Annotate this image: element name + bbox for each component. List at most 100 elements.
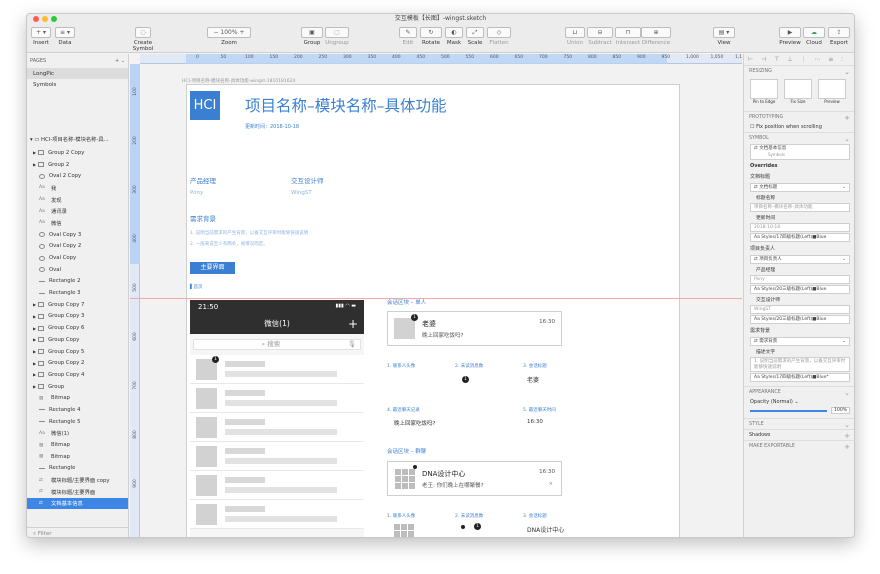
intersect-button[interactable]: ⊓ Intersect (615, 27, 641, 46)
zoom-control[interactable]: − 100% + Zoom (207, 27, 251, 46)
export-button[interactable]: ⇪ Export (828, 27, 850, 46)
layer-row[interactable]: Rectangle 3 (27, 287, 128, 299)
close-window-icon[interactable] (33, 16, 39, 22)
horizontal-ruler[interactable]: 0 50 100 150 200 250 300 350 400 450 500 550 600 650 7… (140, 54, 742, 64)
opacity-control[interactable]: Opacity (Normal) ⌄ (744, 397, 854, 407)
insert-button[interactable]: + ▾ Insert (31, 27, 51, 46)
designer-field[interactable]: WingST (750, 305, 850, 314)
difference-button[interactable]: ⊕ Difference (641, 27, 671, 46)
disclosure-icon[interactable]: ▶ (33, 361, 36, 366)
text-style-select[interactable]: Aa Styles/20三级标题(Left)■Blue (750, 315, 850, 324)
layer-row[interactable]: Aa 通讯录 (27, 205, 128, 217)
layer-row[interactable]: Rectangle (27, 463, 128, 475)
cloud-button[interactable]: ☁ Cloud (803, 27, 825, 46)
disclosure-icon[interactable]: ▶ (33, 162, 36, 167)
title-name-field[interactable]: 项目名称–模块名称–具体功能 (750, 203, 850, 212)
fix-size-option[interactable]: Fix Size (784, 79, 812, 109)
flatten-button[interactable]: ◇ Flatten (487, 27, 511, 46)
preview-button[interactable]: ▶ Preview (779, 27, 801, 46)
doc-title-select[interactable]: ⇄ 文档标题 ⌄ (750, 183, 850, 192)
union-button[interactable]: ⊔ Union (565, 27, 585, 46)
layer-row[interactable]: Rectangle 4 (27, 404, 128, 416)
layer-row[interactable]: Aa 微信(1) (27, 428, 128, 440)
data-button[interactable]: ≡ ▾ Data (55, 27, 75, 46)
collapse-icon[interactable]: ⌄ (844, 421, 850, 429)
opacity-value[interactable]: 100% (831, 407, 850, 414)
disclosure-icon[interactable]: ▶ (33, 349, 36, 354)
layer-row[interactable]: ▶ Group Copy (27, 334, 128, 346)
create-symbol-button[interactable]: ◌ Create Symbol (123, 27, 163, 52)
artboard-layer[interactable]: ▾ ▭ HCI-项目名称-模块名称-具... (30, 135, 109, 143)
collapse-icon[interactable]: ⌄ (844, 135, 850, 143)
view-button[interactable]: ▤ ▾ View (713, 27, 735, 46)
layer-row[interactable]: ▨ Bitmap (27, 451, 128, 463)
pin-to-edge-option[interactable]: Pin to Edge (750, 79, 778, 109)
layer-row[interactable]: Aa 微信 (27, 217, 128, 229)
ungroup-button[interactable]: ▢ Ungroup (325, 27, 349, 46)
edit-button[interactable]: ✎ Edit (399, 27, 417, 46)
layer-filter[interactable]: ⌕ Filter (27, 527, 128, 537)
layer-row[interactable]: ▶ Group Copy 5 (27, 346, 128, 358)
page-symbols[interactable]: Symbols (27, 79, 128, 90)
scale-button[interactable]: ⤢ Scale (466, 27, 484, 46)
artboard[interactable]: HCI 项目名称–模块名称–具体功能 更新时间：2018-10-18 产品经理 … (186, 84, 680, 537)
layer-row[interactable]: ▶ Group (27, 381, 128, 393)
disclosure-icon[interactable]: ▶ (33, 372, 36, 377)
disclosure-icon[interactable]: ▶ (33, 314, 36, 319)
layer-row[interactable]: ▶ Group Copy 3 (27, 311, 128, 323)
text-style-select[interactable]: Aa Styles/20三级标题(Left)■Blue (750, 285, 850, 294)
layer-row[interactable]: ▶ Group Copy 6 (27, 322, 128, 334)
text-style-select[interactable]: Aa Styles/17四级标题(Left)■Blue (750, 233, 850, 242)
layer-row[interactable]: ▨ Bitmap (27, 392, 128, 404)
layer-row[interactable]: Oval 2 Copy (27, 170, 128, 182)
layer-row[interactable]: ▶ Group 2 Copy (27, 147, 128, 159)
vertical-ruler[interactable]: 100 200 300 400 500 600 700 800 900 (130, 64, 140, 537)
layer-row[interactable]: Oval (27, 264, 128, 276)
layer-row[interactable]: ▶ Group Copy 4 (27, 369, 128, 381)
mask-button[interactable]: ◐ Mask (445, 27, 463, 46)
pm-field[interactable]: Pony (750, 275, 850, 284)
layer-row[interactable]: Oval Copy 3 (27, 229, 128, 241)
disclosure-icon[interactable]: ▶ (33, 384, 36, 389)
disclosure-icon[interactable]: ▶ (33, 337, 36, 342)
layer-row[interactable]: ▶ Group Copy 2 (27, 357, 128, 369)
text-style-select[interactable]: Aa Styles/17四级标题(Left)■Blue* (750, 373, 850, 382)
rotate-button[interactable]: ↻ Rotate (420, 27, 442, 46)
collapse-icon[interactable]: ⌄ (844, 68, 850, 76)
layer-row[interactable]: Rectangle 5 (27, 416, 128, 428)
add-export-icon[interactable]: + (844, 443, 850, 451)
align-tools[interactable]: ⊢ ⊣ ⊤ ⊥ ⋮ ⋯ ≡ ⫶ (744, 54, 854, 66)
disclosure-icon[interactable]: ▶ (33, 302, 36, 307)
layer-row[interactable]: ⇄ 模块标题/主要界面 (27, 486, 128, 498)
opacity-slider[interactable] (750, 409, 828, 412)
layer-row[interactable]: ⇄ 文档基本信息 (27, 497, 128, 510)
group-button[interactable]: ▣ Group (301, 27, 323, 46)
layer-row[interactable]: ⇄ 模块标题/主要界面 copy (27, 474, 128, 486)
add-icon[interactable]: + (844, 114, 850, 122)
disclosure-icon[interactable]: ▶ (33, 150, 36, 155)
add-shadow-icon[interactable]: + (844, 432, 850, 440)
description-field[interactable]: 1. 说明当前需求的产生背景，以备交互评审时能够快速说明 (750, 357, 850, 372)
collapse-icon[interactable]: ⌄ (844, 389, 850, 397)
layer-row[interactable]: Rectangle 2 (27, 276, 128, 288)
layer-row[interactable]: Oval Copy 2 (27, 241, 128, 253)
update-time-field[interactable]: 2018-10-18 (750, 223, 850, 232)
pages-header: PAGES + ⌄ (27, 54, 128, 68)
layer-row[interactable]: Aa 发现 (27, 194, 128, 206)
layer-row[interactable]: ▶ Group 2 (27, 159, 128, 171)
add-page-icon[interactable]: + ⌄ (115, 58, 125, 64)
layer-row[interactable]: Aa 我 (27, 182, 128, 194)
layer-row[interactable]: Oval Copy (27, 252, 128, 264)
minimize-window-icon[interactable] (42, 16, 48, 22)
fix-position-checkbox[interactable]: ☐ Fix position when scrolling (744, 122, 854, 132)
layer-row[interactable]: ▨ Bitmap (27, 439, 128, 451)
owner-select[interactable]: ⇄ 项目负责人 ⌄ (750, 255, 850, 264)
subtract-button[interactable]: ⊖ Subtract (587, 27, 613, 46)
zoom-window-icon[interactable] (51, 16, 57, 22)
symbol-selector[interactable]: ⇄ 文档基本信息 Symbols (750, 144, 850, 160)
canvas[interactable]: 0 50 100 150 200 250 300 350 400 450 500 550 600 650 7… (130, 54, 742, 537)
disclosure-icon[interactable]: ▶ (33, 326, 36, 331)
requirement-select[interactable]: ⇄ 需求背景 ⌄ (750, 337, 850, 346)
layer-row[interactable]: ▶ Group Copy 7 (27, 299, 128, 311)
page-longpic[interactable]: LongPic (27, 68, 128, 79)
